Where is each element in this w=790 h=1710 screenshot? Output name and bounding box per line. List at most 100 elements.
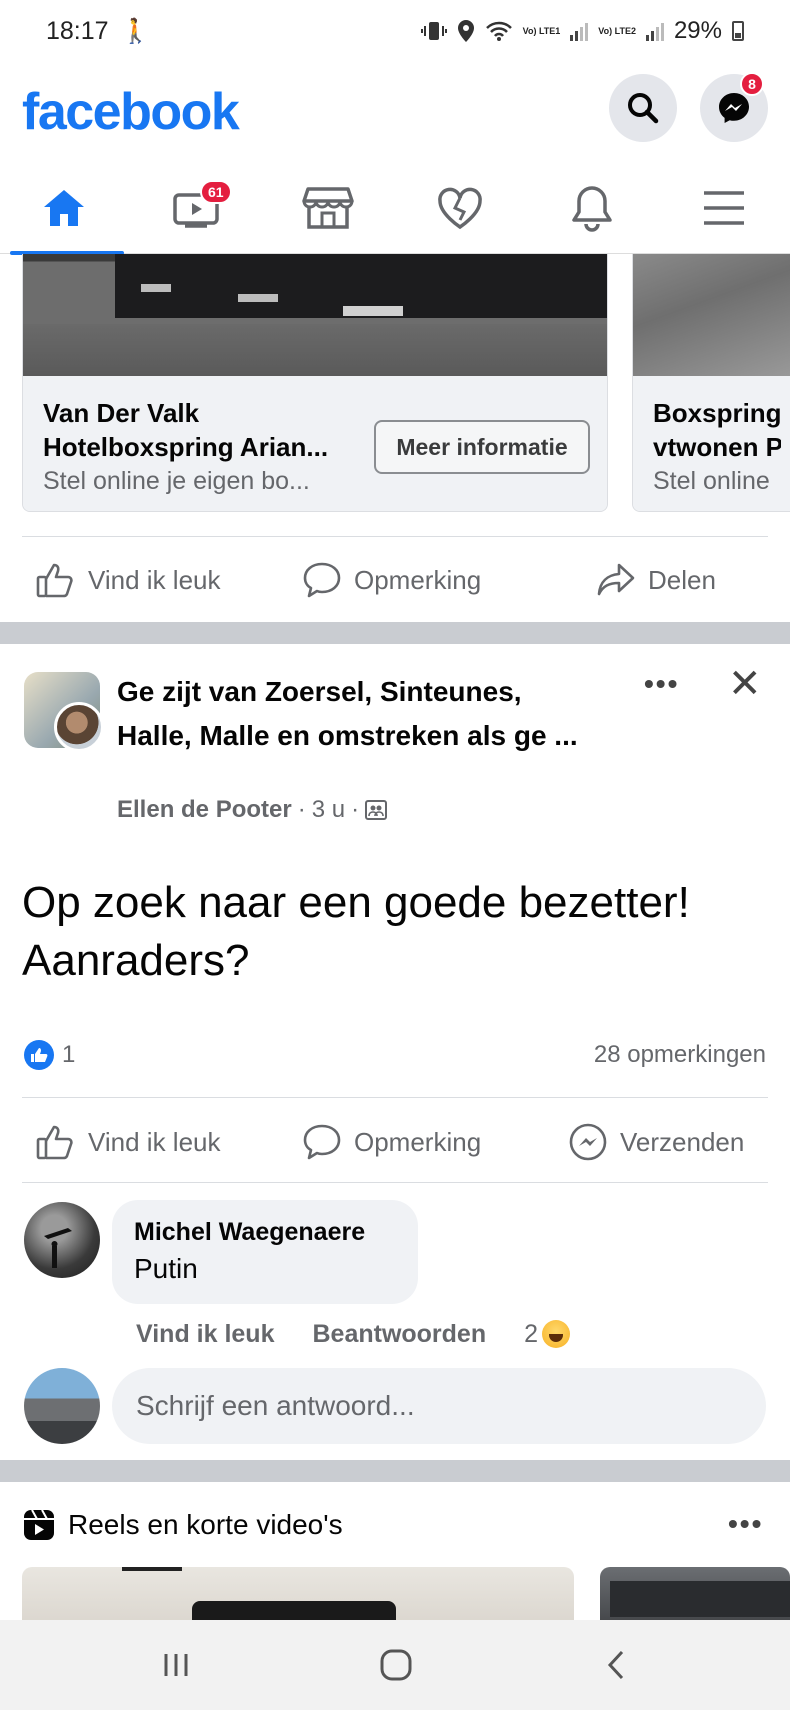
battery-percent: 29% <box>673 17 722 44</box>
like-button[interactable]: Vind ik leuk <box>36 1102 221 1182</box>
divider <box>22 1097 768 1098</box>
reels-header: Reels en korte video's <box>22 1505 343 1545</box>
comment-text: Putin <box>134 1253 198 1284</box>
ad-card[interactable]: Van Der Valk Hotelboxspring Arian... Ste… <box>22 254 608 512</box>
recent-apps-button[interactable] <box>136 1640 216 1690</box>
thumbs-up-icon <box>36 563 73 598</box>
watch-badge: 61 <box>200 180 232 204</box>
close-icon[interactable]: ✕ <box>728 664 762 704</box>
like-count[interactable]: 1 <box>62 1041 75 1069</box>
signal-1-label: Vo) LTE1 <box>522 25 561 36</box>
signal-1-icon <box>570 21 589 41</box>
comment-like-link[interactable]: Vind ik leuk <box>136 1320 274 1349</box>
reaction-summary: 1 28 opmerkingen <box>0 1036 790 1076</box>
signal-2-icon <box>645 21 664 41</box>
ad-subtitle: Stel online <box>653 467 770 495</box>
tab-menu[interactable] <box>664 162 784 254</box>
post-text: Op zoek naar een goede bezetter! Aanrade… <box>22 878 690 985</box>
ad-action-row: Vind ik leuk Opmerking Delen <box>0 540 790 620</box>
comment-reply-link[interactable]: Beantwoorden <box>312 1320 486 1349</box>
messenger-badge: 8 <box>740 72 764 96</box>
thumbs-up-icon <box>36 1125 73 1160</box>
main-tab-bar: 61 <box>0 162 790 255</box>
share-button[interactable]: Delen <box>596 540 716 620</box>
divider <box>22 536 768 537</box>
current-user-avatar <box>24 1368 100 1444</box>
author-avatar[interactable] <box>54 702 104 752</box>
vibrate-icon <box>420 22 447 40</box>
like-reaction-icon[interactable] <box>24 1040 54 1070</box>
back-icon <box>607 1650 624 1680</box>
comment-label: Opmerking <box>354 564 482 595</box>
tab-marketplace[interactable] <box>268 162 388 254</box>
comment-reactions[interactable]: 2 <box>524 1319 571 1349</box>
recents-icon <box>164 1654 188 1676</box>
share-label: Delen <box>648 564 716 595</box>
hamburger-icon <box>704 191 744 225</box>
status-bar: 18:17 🚶 Vo) LTE1 Vo) LTE2 29% <box>0 0 790 62</box>
comment-label: Opmerking <box>354 1126 482 1157</box>
ad-card-body: Boxspring vtwonen P Stel online <box>633 376 790 511</box>
reels-title: Reels en korte video's <box>68 1509 343 1540</box>
ad-subtitle: Stel online je eigen bo... <box>43 467 310 495</box>
wifi-icon <box>485 21 512 41</box>
comment-count[interactable]: 28 opmerkingen <box>594 1041 766 1069</box>
more-info-button[interactable]: Meer informatie <box>374 420 590 474</box>
post-time[interactable]: 3 u <box>312 796 345 824</box>
meta-separator: · <box>351 796 360 823</box>
facebook-logo[interactable]: facebook <box>22 82 240 142</box>
post-options-button[interactable]: ••• <box>644 668 679 700</box>
walking-icon: 🚶 <box>120 17 151 45</box>
search-icon <box>628 93 659 124</box>
like-button[interactable]: Vind ik leuk <box>36 540 221 620</box>
reply-input[interactable] <box>112 1368 766 1444</box>
reels-options-button[interactable]: ••• <box>728 1508 763 1540</box>
feed-separator <box>0 622 790 644</box>
post-action-row: Vind ik leuk Opmerking Verzenden <box>0 1102 790 1182</box>
post-meta: Ellen de Pooter · 3 u · <box>117 796 388 824</box>
store-icon <box>302 187 354 229</box>
location-icon <box>457 20 474 42</box>
tab-home[interactable] <box>4 162 124 255</box>
messenger-outline-icon <box>569 1123 607 1161</box>
app-header: facebook 8 <box>0 62 790 162</box>
commenter-avatar[interactable] <box>24 1202 100 1278</box>
comment-button[interactable]: Opmerking <box>302 1102 481 1182</box>
comment-bubble: Michel Waegenaere Putin <box>112 1200 418 1304</box>
send-button[interactable]: Verzenden <box>568 1102 744 1182</box>
like-label: Vind ik leuk <box>88 564 221 595</box>
messenger-button[interactable]: 8 <box>700 72 768 142</box>
clock: 18:17 <box>46 16 109 45</box>
tab-notifications[interactable] <box>532 162 652 254</box>
group-audience-icon <box>365 800 388 820</box>
search-button[interactable] <box>609 74 677 142</box>
tab-watch[interactable]: 61 <box>136 162 256 254</box>
bell-icon <box>572 186 612 232</box>
like-label: Vind ik leuk <box>88 1126 221 1157</box>
home-button[interactable] <box>356 1640 436 1690</box>
ad-title-line-2: Hotelboxspring Arian... <box>43 432 329 462</box>
comment-button[interactable]: Opmerking <box>302 540 481 620</box>
post-author[interactable]: Ellen de Pooter <box>117 796 292 824</box>
group-name[interactable]: Ge zijt van Zoersel, Sinteunes, Halle, M… <box>117 670 587 758</box>
tab-dating[interactable] <box>400 162 520 254</box>
ad-card[interactable]: Boxspring vtwonen P Stel online <box>632 254 790 512</box>
back-button[interactable] <box>576 1640 656 1690</box>
ad-title-line-1: Boxspring <box>653 398 781 428</box>
signal-2-label: Vo) LTE2 <box>598 25 636 36</box>
comment-icon <box>303 562 341 598</box>
comment-actions: Vind ik leuk Beantwoorden 2 <box>136 1316 571 1352</box>
ad-card-body: Van Der Valk Hotelboxspring Arian... Ste… <box>23 376 607 511</box>
battery-icon <box>732 21 744 41</box>
group-avatar[interactable] <box>24 672 104 752</box>
ad-image <box>23 254 607 376</box>
haha-reaction-icon <box>542 1320 571 1348</box>
feed-separator <box>0 1460 790 1482</box>
messenger-icon <box>719 93 749 123</box>
ad-image <box>633 254 790 376</box>
meta-separator: · <box>297 796 306 823</box>
home-icon <box>44 190 84 226</box>
commenter-name[interactable]: Michel Waegenaere <box>134 1214 396 1250</box>
system-navigation-bar <box>0 1620 790 1710</box>
comment-reaction-count: 2 <box>524 1319 539 1348</box>
